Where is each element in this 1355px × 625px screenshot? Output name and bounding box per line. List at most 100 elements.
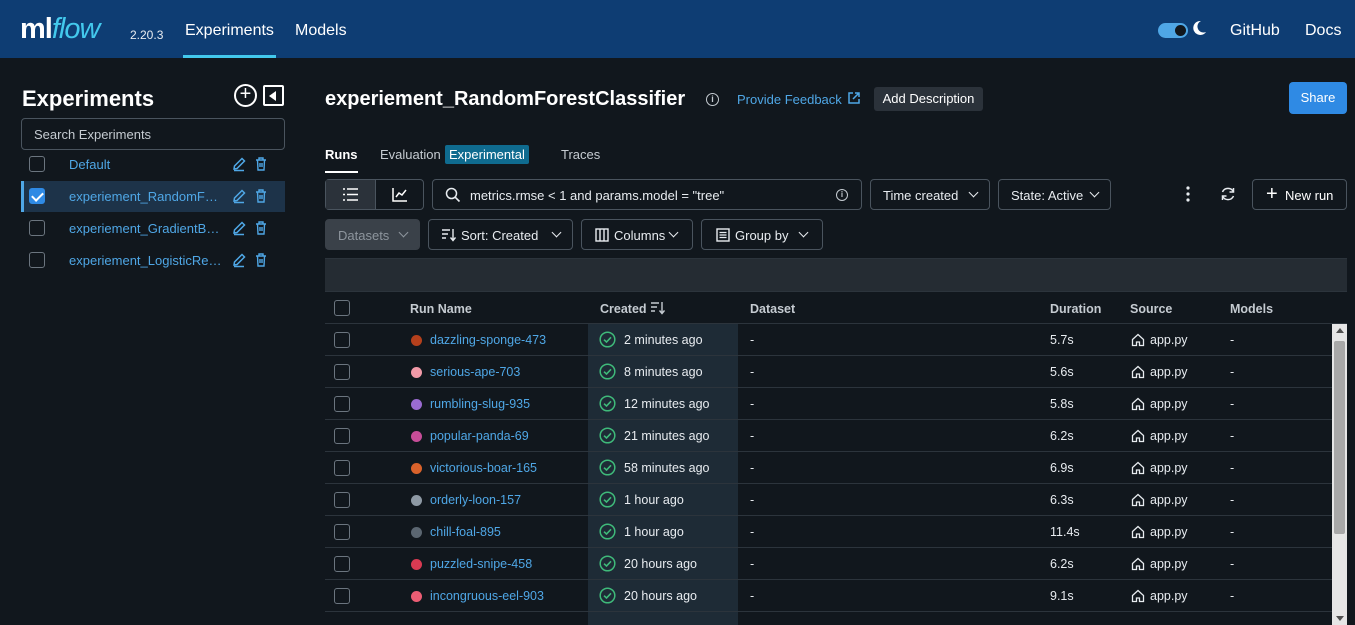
- run-name-link[interactable]: chill-foal-895: [430, 525, 501, 539]
- table-row[interactable]: incongruous-eel-903 20 hours ago - 9.1s app.…: [325, 580, 1332, 612]
- experiment-label[interactable]: Default: [69, 157, 224, 172]
- theme-toggle[interactable]: [1158, 23, 1188, 38]
- table-row[interactable]: victorious-boar-165 58 minutes ago - 6.9s ap…: [325, 452, 1332, 484]
- columns-dropdown[interactable]: Columns: [581, 219, 693, 250]
- row-checkbox[interactable]: [334, 492, 350, 508]
- search-query-text[interactable]: metrics.rmse < 1 and params.model = "tre…: [470, 188, 724, 203]
- pencil-icon[interactable]: [232, 220, 246, 236]
- row-checkbox[interactable]: [334, 428, 350, 444]
- scroll-thumb[interactable]: [1334, 341, 1345, 534]
- scroll-down-arrow[interactable]: [1336, 616, 1344, 621]
- run-name-link[interactable]: serious-ape-703: [430, 365, 520, 379]
- pencil-icon[interactable]: [232, 252, 246, 268]
- source-cell[interactable]: app.py: [1150, 333, 1188, 347]
- external-link-icon[interactable]: [847, 91, 861, 105]
- experiment-checkbox[interactable]: [29, 252, 45, 268]
- table-scrollbar[interactable]: [1332, 324, 1347, 625]
- experiment-label[interactable]: experiement_RandomForestClassifier: [69, 189, 224, 204]
- row-checkbox[interactable]: [334, 556, 350, 572]
- table-row[interactable]: serious-ape-703 8 minutes ago - 5.6s app.py -: [325, 356, 1332, 388]
- table-view-button[interactable]: [326, 180, 376, 209]
- row-checkbox[interactable]: [334, 460, 350, 476]
- run-name-link[interactable]: dazzling-sponge-473: [430, 333, 546, 347]
- row-checkbox[interactable]: [334, 524, 350, 540]
- more-options-icon[interactable]: [1186, 186, 1190, 202]
- experiment-label[interactable]: experiement_GradientBoostingClassifier: [69, 221, 224, 236]
- experiment-checkbox[interactable]: [29, 156, 45, 172]
- pencil-icon[interactable]: [232, 156, 246, 172]
- trash-icon[interactable]: [254, 252, 268, 268]
- search-experiments-input[interactable]: [21, 118, 285, 150]
- row-checkbox[interactable]: [334, 332, 350, 348]
- nav-models[interactable]: Models: [295, 22, 347, 40]
- sort-dropdown[interactable]: Sort: Created: [428, 219, 573, 250]
- add-description-button[interactable]: Add Description: [874, 87, 983, 111]
- sidebar-item-gradientboosting[interactable]: experiement_GradientBoostingClassifier: [21, 213, 285, 244]
- source-cell[interactable]: app.py: [1150, 429, 1188, 443]
- table-row[interactable]: puzzled-snipe-458 20 hours ago - 6.2s app.py…: [325, 548, 1332, 580]
- info-icon[interactable]: i: [706, 93, 719, 106]
- trash-icon[interactable]: [254, 156, 268, 172]
- chart-view-button[interactable]: [376, 180, 424, 209]
- experiment-checkbox[interactable]: [29, 220, 45, 236]
- source-cell[interactable]: app.py: [1150, 397, 1188, 411]
- provide-feedback-link[interactable]: Provide Feedback: [737, 92, 842, 107]
- column-header-duration[interactable]: Duration: [1050, 302, 1101, 316]
- docs-link[interactable]: Docs: [1305, 22, 1341, 40]
- group-by-dropdown[interactable]: Group by: [701, 219, 823, 250]
- run-name-link[interactable]: puzzled-snipe-458: [430, 557, 532, 571]
- source-cell[interactable]: app.py: [1150, 589, 1188, 603]
- row-checkbox[interactable]: [334, 588, 350, 604]
- column-header-models[interactable]: Models: [1230, 302, 1273, 316]
- datasets-dropdown[interactable]: Datasets: [325, 219, 420, 250]
- table-row[interactable]: popular-panda-69 21 minutes ago - 6.2s app.p…: [325, 420, 1332, 452]
- mlflow-logo[interactable]: mlflow: [20, 13, 100, 46]
- trash-icon[interactable]: [254, 220, 268, 236]
- scroll-up-arrow[interactable]: [1336, 328, 1344, 333]
- tab-runs[interactable]: Runs: [325, 147, 358, 173]
- run-name-link[interactable]: rumbling-slug-935: [430, 397, 530, 411]
- nav-experiments[interactable]: Experiments: [183, 22, 276, 58]
- column-header-dataset[interactable]: Dataset: [750, 302, 795, 316]
- state-dropdown[interactable]: State: Active: [998, 179, 1111, 210]
- run-name-link[interactable]: orderly-loon-157: [430, 493, 521, 507]
- run-search-input[interactable]: metrics.rmse < 1 and params.model = "tre…: [432, 179, 862, 210]
- sidebar-item-logisticregression[interactable]: experiement_LogisticRegression: [21, 245, 285, 276]
- github-link[interactable]: GitHub: [1230, 22, 1280, 40]
- experiment-label[interactable]: experiement_LogisticRegression: [69, 253, 224, 268]
- created-cell: 1 hour ago: [624, 493, 684, 507]
- share-button[interactable]: Share: [1289, 82, 1347, 114]
- sidebar-item-randomforest[interactable]: experiement_RandomForestClassifier: [21, 181, 285, 212]
- trash-icon[interactable]: [254, 188, 268, 204]
- run-name-link[interactable]: incongruous-eel-903: [430, 589, 544, 603]
- table-row[interactable]: rumbling-slug-935 12 minutes ago - 5.8s app.…: [325, 388, 1332, 420]
- column-header-created[interactable]: Created: [600, 302, 647, 316]
- table-row[interactable]: chill-foal-895 1 hour ago - 11.4s app.py -: [325, 516, 1332, 548]
- column-header-run-name[interactable]: Run Name: [410, 302, 472, 316]
- source-cell[interactable]: app.py: [1150, 461, 1188, 475]
- select-all-checkbox[interactable]: [334, 300, 350, 316]
- sidebar-item-default[interactable]: Default: [21, 149, 285, 180]
- add-experiment-icon[interactable]: +: [234, 84, 257, 107]
- source-cell[interactable]: app.py: [1150, 493, 1188, 507]
- search-help-icon[interactable]: i: [836, 189, 848, 201]
- new-run-button[interactable]: + New run: [1252, 179, 1347, 210]
- tab-evaluation[interactable]: Evaluation: [380, 147, 441, 162]
- pencil-icon[interactable]: [232, 188, 246, 204]
- run-name-link[interactable]: victorious-boar-165: [430, 461, 537, 475]
- refresh-icon[interactable]: [1220, 186, 1236, 202]
- source-cell[interactable]: app.py: [1150, 557, 1188, 571]
- row-checkbox[interactable]: [334, 364, 350, 380]
- source-cell[interactable]: app.py: [1150, 365, 1188, 379]
- run-name-link[interactable]: popular-panda-69: [430, 429, 529, 443]
- source-cell[interactable]: app.py: [1150, 525, 1188, 539]
- sort-descending-icon[interactable]: [650, 301, 665, 315]
- column-header-source[interactable]: Source: [1130, 302, 1172, 316]
- experiment-checkbox[interactable]: [29, 188, 45, 204]
- table-row[interactable]: dazzling-sponge-473 2 minutes ago - 5.7s app…: [325, 324, 1332, 356]
- tab-traces[interactable]: Traces: [561, 147, 600, 162]
- table-row[interactable]: orderly-loon-157 1 hour ago - 6.3s app.py -: [325, 484, 1332, 516]
- time-created-dropdown[interactable]: Time created: [870, 179, 990, 210]
- collapse-sidebar-icon[interactable]: [263, 85, 284, 106]
- row-checkbox[interactable]: [334, 396, 350, 412]
